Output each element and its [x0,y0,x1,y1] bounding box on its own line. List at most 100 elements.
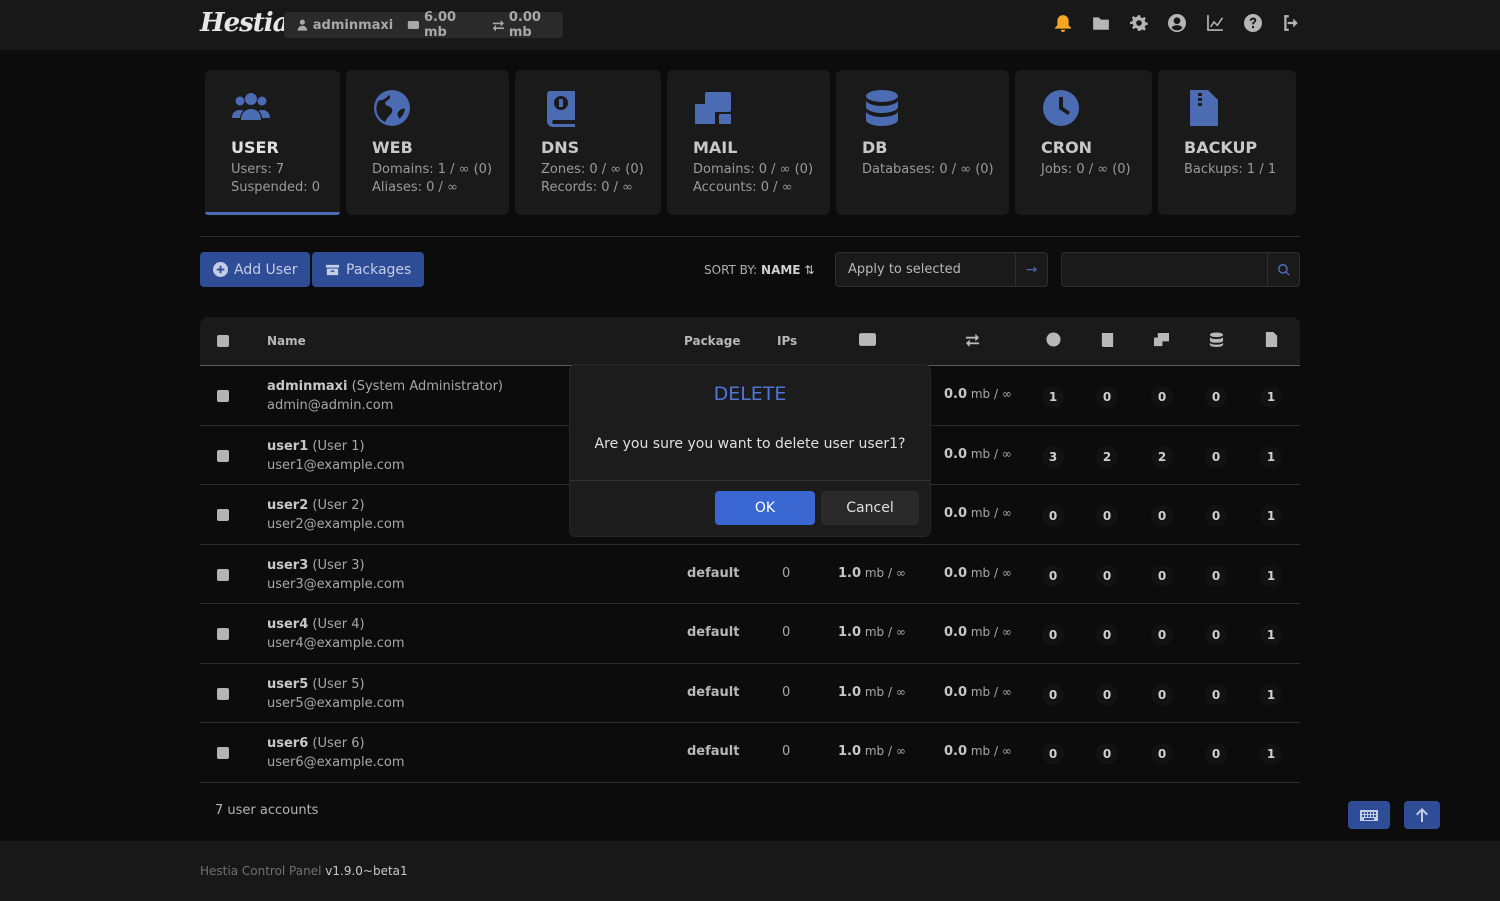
disk-value: 1.0 [838,625,862,640]
tab-mail[interactable]: MAIL Domains: 0 / ∞ (0) Accounts: 0 / ∞ [667,70,830,215]
folder-icon[interactable] [1092,14,1110,34]
user-cell: user5 (User 5) user5@example.com [267,675,404,713]
ips-cell: 0 [782,625,791,640]
box-icon [325,264,340,276]
bandwidth-value: 0.0 [944,684,968,700]
disk-value: 1.0 [838,684,862,700]
search-button[interactable] [1267,253,1299,286]
bandwidth-unit: mb / ∞ [967,625,1012,639]
transfer-icon [964,332,981,350]
username-link[interactable]: user1 [267,439,308,454]
tab-title: MAIL [693,138,738,157]
dialog-message: Are you sure you want to delete user use… [594,436,906,452]
footer-version[interactable]: v1.9.0~beta1 [325,864,407,878]
tab-db[interactable]: DB Databases: 0 / ∞ (0) [836,70,1009,215]
bell-icon[interactable] [1054,14,1072,34]
bandwidth-cell: 0.0 mb / ∞ [944,506,1012,521]
ok-button[interactable]: OK [715,491,815,525]
user-fullname: (User 5) [308,676,365,692]
disk-unit: mb / ∞ [861,565,906,580]
cancel-button[interactable]: Cancel [821,491,919,525]
count-badge: 0 [1151,683,1173,706]
count-badge: 0 [1042,743,1064,765]
username-link[interactable]: user3 [267,558,308,573]
user-fullname: (User 6) [308,736,365,751]
hestia-logo[interactable]: Hestia [200,8,289,38]
table-row[interactable]: user6 (User 6) user6@example.com default 0 1… [200,723,1300,783]
col-package: Package [684,334,741,348]
username-link[interactable]: user2 [267,498,308,513]
disk-value: 1.0 [838,744,862,759]
row-checkbox[interactable] [217,568,229,581]
select-all-checkbox[interactable] [217,335,229,347]
tab-stat: Backups: 1 / 1 [1184,162,1277,177]
count-badge: 0 [1096,743,1118,765]
keyboard-shortcuts-button[interactable] [1348,801,1390,829]
count-badge: 2 [1151,445,1173,468]
username-link[interactable]: user5 [267,677,308,692]
tab-dns[interactable]: DNS Zones: 0 / ∞ (0) Records: 0 / ∞ [515,70,661,215]
bandwidth-value: 0.0 [944,565,968,581]
hdd-icon [859,332,876,350]
ips-cell: 0 [782,565,791,581]
disk-cell: 1.0 mb / ∞ [838,566,906,581]
row-checkbox[interactable] [217,509,229,521]
tab-title: WEB [372,138,413,157]
gear-icon[interactable] [1130,14,1148,34]
count-badge: 1 [1260,624,1282,646]
tab-stat: Aliases: 0 / ∞ [372,180,458,195]
table-row[interactable]: user5 (User 5) user5@example.com default 0 1… [200,664,1300,723]
row-checkbox[interactable] [217,449,229,462]
count-badge: 0 [1151,624,1173,646]
tab-web[interactable]: WEB Domains: 1 / ∞ (0) Aliases: 0 / ∞ [346,70,509,215]
search-field[interactable] [1061,252,1300,287]
username-link[interactable]: user6 [267,736,308,751]
user-circle-icon[interactable] [1168,14,1186,34]
apply-button[interactable]: → [1015,253,1047,286]
count-badge: 0 [1205,743,1227,765]
row-checkbox[interactable] [217,747,229,759]
add-user-button[interactable]: Add User [200,252,311,287]
row-checkbox[interactable] [217,687,229,700]
tab-title: BACKUP [1184,138,1258,157]
table-row[interactable]: user3 (User 3) user3@example.com default 0 1… [200,545,1300,604]
count-badge: 0 [1042,505,1064,527]
username-link[interactable]: adminmaxi [267,379,348,394]
bulk-action-select[interactable]: Apply to selected → [835,252,1048,287]
tab-title: CRON [1041,138,1093,157]
footer-product: Hestia Control Panel [200,864,322,878]
count-badge: 0 [1205,683,1227,706]
globe-icon [1045,332,1062,350]
user-email: user4@example.com [267,636,405,651]
book-icon [1099,332,1116,350]
table-row[interactable]: user4 (User 4) user4@example.com default 0 1… [200,604,1300,664]
top-bar: Hestia adminmaxi 6.00 mb 0.00 mb [0,0,1500,50]
logout-icon[interactable] [1282,14,1300,34]
row-checkbox[interactable] [217,628,229,640]
chart-icon[interactable] [1206,14,1224,34]
col-name: Name [267,334,306,348]
search-icon [1277,263,1290,276]
count-badge: 0 [1205,624,1227,646]
packages-button[interactable]: Packages [312,252,425,287]
sort-by[interactable]: SORT BY: NAME ⇅ [704,263,814,277]
username-link[interactable]: user4 [267,617,308,632]
tab-user[interactable]: USER Users: 7 Suspended: 0 [205,70,340,215]
scroll-top-button[interactable] [1404,801,1440,829]
bandwidth-value: 0.0 [944,625,968,640]
tab-stat: Accounts: 0 / ∞ [693,180,793,195]
hdd-icon [408,21,420,29]
user-fullname: (User 3) [308,557,365,573]
sort-value: NAME [761,263,801,277]
users-icon [231,88,271,128]
tab-stat: Zones: 0 / ∞ (0) [541,162,644,177]
account-bandwidth: 0.00 mb [508,10,541,40]
tab-backup[interactable]: BACKUP Backups: 1 / 1 [1158,70,1296,215]
account-username[interactable]: adminmaxi [313,18,394,33]
help-icon[interactable] [1244,14,1262,34]
package-cell: default [687,625,740,640]
arrow-right-icon: → [1025,261,1038,278]
tab-stat: Domains: 0 / ∞ (0) [693,162,814,177]
row-checkbox[interactable] [217,390,229,402]
tab-cron[interactable]: CRON Jobs: 0 / ∞ (0) [1015,70,1152,215]
